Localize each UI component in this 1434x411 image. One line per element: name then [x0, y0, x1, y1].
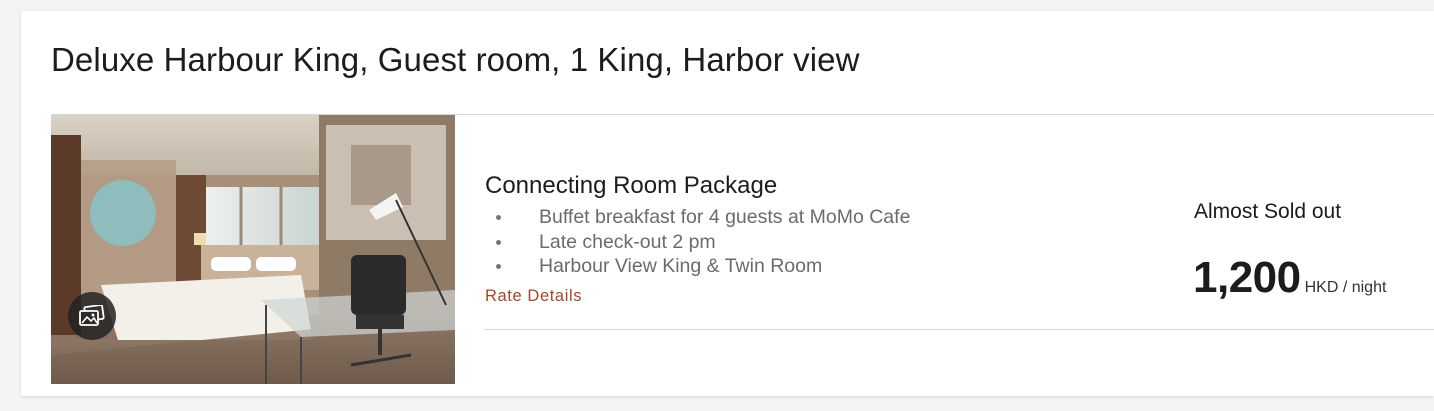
rate-details-link[interactable]: Rate Details: [485, 287, 582, 306]
feature-item: Buffet breakfast for 4 guests at MoMo Ca…: [485, 205, 910, 230]
room-photo-image: [51, 115, 455, 384]
price-block: 1,200 HKD / night: [1193, 253, 1386, 303]
room-card: Deluxe Harbour King, Guest room, 1 King,…: [21, 11, 1434, 396]
price-unit: HKD / night: [1304, 279, 1387, 296]
availability-status: Almost Sold out: [1194, 200, 1342, 223]
price-value: 1,200: [1193, 253, 1301, 302]
feature-item: Harbour View King & Twin Room: [485, 254, 910, 279]
package-title: Connecting Room Package: [485, 172, 778, 199]
package-features: Buffet breakfast for 4 guests at MoMo Ca…: [485, 205, 910, 279]
room-photo[interactable]: [51, 115, 455, 384]
divider: [484, 329, 1434, 330]
gallery-button[interactable]: [68, 292, 116, 340]
room-title: Deluxe Harbour King, Guest room, 1 King,…: [51, 41, 860, 78]
feature-item: Late check-out 2 pm: [485, 230, 910, 255]
gallery-icon: [79, 305, 105, 326]
